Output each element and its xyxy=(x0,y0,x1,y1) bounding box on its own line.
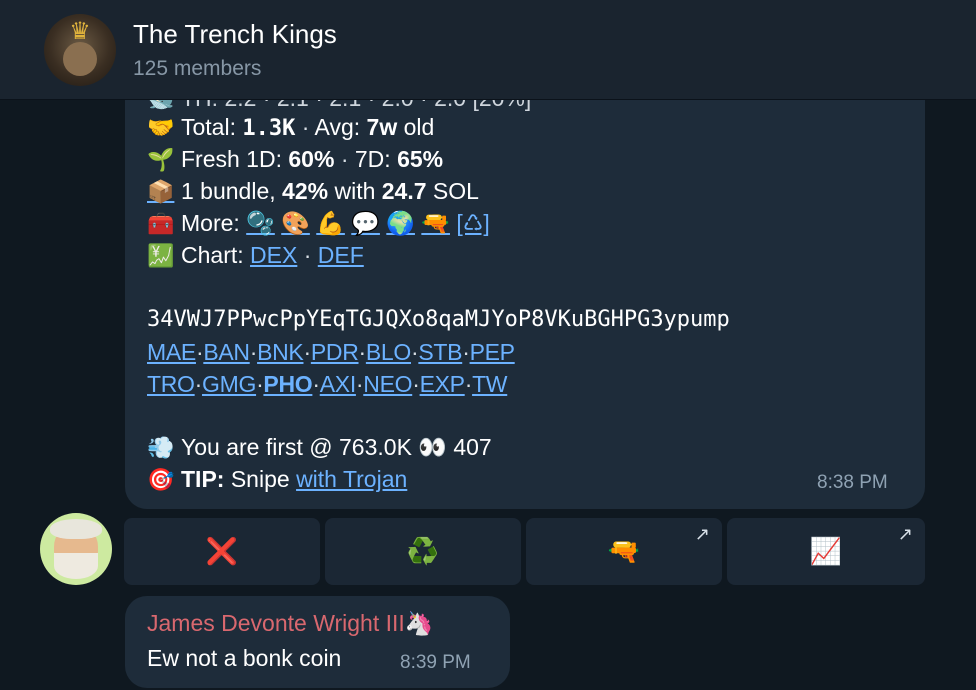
external-arrow-icon: ↗ xyxy=(694,524,710,544)
handshake-icon: 🤝 xyxy=(147,115,175,140)
link-trojan[interactable]: with Trojan xyxy=(296,466,407,492)
token-address[interactable]: 34VWJ7PPwcPpYEqTGJQXo8qaMJYoP8VKuBGHPG3y… xyxy=(147,306,730,334)
link-bnk[interactable]: BNK xyxy=(257,339,304,365)
globe-icon[interactable]: 🌍 xyxy=(386,210,415,236)
speech-icon[interactable]: 💬 xyxy=(351,210,380,236)
link-dex[interactable]: DEX xyxy=(250,242,297,268)
link-gmg[interactable]: GMG xyxy=(202,371,256,397)
message-time: 8:38 PM xyxy=(817,472,888,493)
link-pho[interactable]: PHO xyxy=(263,371,312,397)
keyboard-button-chart[interactable]: 📈 ↗ xyxy=(727,518,925,585)
link-stb[interactable]: STB xyxy=(418,339,462,365)
chat-title: The Trench Kings xyxy=(133,19,337,49)
link-exp[interactable]: EXP xyxy=(420,371,465,397)
chart-icon: 💹 xyxy=(147,243,175,268)
target-icon: 🎯 xyxy=(147,467,175,492)
chat-header[interactable]: ♛ The Trench Kings 125 members xyxy=(0,0,976,100)
keyboard-button-gun[interactable]: 🔫 ↗ xyxy=(526,518,722,585)
link-mae[interactable]: MAE xyxy=(147,339,196,365)
message-line-first: 💨 You are first @ 763.0K 👀 407 xyxy=(147,434,492,460)
link-pdr[interactable]: PDR xyxy=(311,339,359,365)
sender-name[interactable]: James Devonte Wright III🦄 xyxy=(147,610,433,637)
message-line-bundle: 📦 1 bundle, 42% with 24.7 SOL xyxy=(147,178,479,206)
link-def[interactable]: DEF xyxy=(318,242,364,268)
recycle-icon: ♻️ xyxy=(406,536,440,566)
link-tro[interactable]: TRO xyxy=(147,371,195,397)
dash-icon: 💨 xyxy=(147,435,175,460)
link-blo[interactable]: BLO xyxy=(366,339,411,365)
seedling-icon: 🌱 xyxy=(147,147,175,172)
member-count: 125 members xyxy=(133,57,262,80)
link-row-2: TRO·GMG·PHO·AXI·NEO·EXP·TW xyxy=(147,371,508,397)
message-line-tip: 🎯 TIP: Snipe with Trojan xyxy=(147,466,408,492)
external-arrow-icon: ↗ xyxy=(897,524,913,544)
keyboard-button-close[interactable]: ❌ xyxy=(124,518,320,585)
link-row-1: MAE·BAN·BNK·PDR·BLO·STB·PEP xyxy=(147,339,515,365)
gun-icon: 🔫 xyxy=(607,536,641,566)
bubbles-icon[interactable]: 🫧 xyxy=(246,210,275,236)
link-ban[interactable]: BAN xyxy=(203,339,250,365)
reply-text: Ew not a bonk coin xyxy=(147,645,342,671)
message-line-total: 🤝 Total: 1.3K · Avg: 7w old xyxy=(147,114,435,141)
avatar-hair xyxy=(50,519,102,539)
gun-icon[interactable]: 🔫 xyxy=(421,210,450,236)
link-pep[interactable]: PEP xyxy=(470,339,515,365)
avatar[interactable] xyxy=(40,513,112,585)
avatar-beard xyxy=(54,553,98,579)
link-axi[interactable]: AXI xyxy=(320,371,356,397)
muscle-icon[interactable]: 💪 xyxy=(316,210,345,236)
message-line-fresh: 🌱 Fresh 1D: 60% · 7D: 65% xyxy=(147,146,444,172)
message-line-more: 🧰 More: 🫧 🎨 💪 💬 🌍 🔫 [♺] xyxy=(147,210,490,236)
group-avatar[interactable]: ♛ xyxy=(44,14,116,86)
crown-icon: ♛ xyxy=(69,18,91,45)
unicorn-icon: 🦄 xyxy=(404,610,434,636)
reply-time: 8:39 PM xyxy=(400,652,471,673)
keyboard-button-recycle[interactable]: ♻️ xyxy=(325,518,521,585)
eyes-icon: 👀 xyxy=(418,434,447,460)
link-neo[interactable]: NEO xyxy=(363,371,412,397)
close-icon: ❌ xyxy=(205,536,239,566)
message-line-chart: 💹 Chart: DEX · DEF xyxy=(147,242,364,268)
chart-up-icon: 📈 xyxy=(809,536,843,566)
link-tw[interactable]: TW xyxy=(472,371,507,397)
toolbox-icon: 🧰 xyxy=(147,211,175,236)
package-icon[interactable]: 📦 xyxy=(147,178,181,206)
rat-face-icon xyxy=(63,42,97,76)
palette-icon[interactable]: 🎨 xyxy=(281,210,310,236)
recycle-link[interactable]: [♺] xyxy=(456,210,489,236)
